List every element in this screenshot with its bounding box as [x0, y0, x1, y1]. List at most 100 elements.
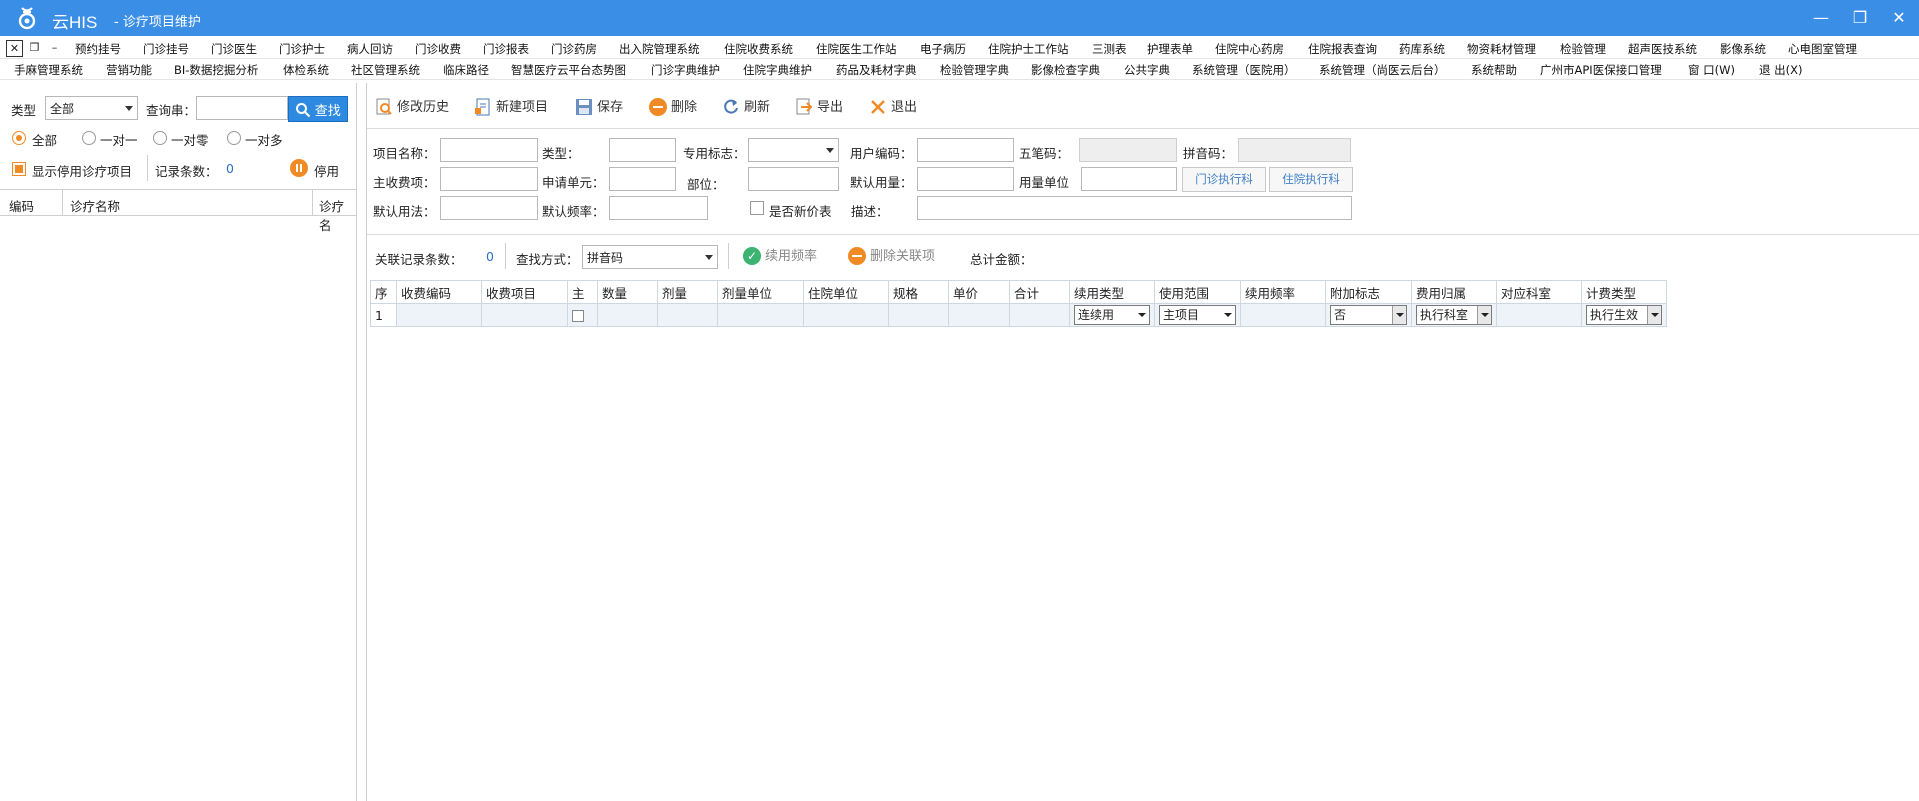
menu-item[interactable]: 预约挂号: [75, 41, 121, 57]
col-spec[interactable]: 规格: [888, 280, 949, 304]
menu-item[interactable]: 住院收费系统: [724, 41, 793, 57]
col-billing-type[interactable]: 计费类型: [1581, 280, 1667, 304]
col-continue-type[interactable]: 续用类型: [1069, 280, 1155, 304]
cell-dose[interactable]: [657, 303, 718, 327]
menu-item[interactable]: 药库系统: [1399, 41, 1445, 57]
menu-item[interactable]: 物资耗材管理: [1467, 41, 1536, 57]
inpatient-dept-button[interactable]: 住院执行科: [1269, 167, 1353, 192]
radio-all[interactable]: [12, 131, 26, 145]
close-window-icon[interactable]: ✕: [1884, 6, 1914, 30]
col-fee-item[interactable]: 收费项目: [481, 280, 568, 304]
minimize-child-icon[interactable]: –: [46, 40, 63, 57]
cell-fee-item[interactable]: [481, 303, 568, 327]
default-freq-input[interactable]: [609, 196, 708, 220]
refresh-button[interactable]: 刷新: [722, 96, 770, 118]
save-button[interactable]: 保存: [575, 96, 623, 118]
menu-item[interactable]: 药品及耗材字典: [836, 62, 917, 78]
delete-button[interactable]: 删除: [649, 96, 697, 118]
exit-button[interactable]: 退出: [869, 96, 917, 118]
menu-item[interactable]: 体检系统: [283, 62, 329, 78]
col-fee-code[interactable]: 收费编码: [396, 280, 482, 304]
menu-item[interactable]: 三测表: [1092, 41, 1127, 57]
col-fee-owner[interactable]: 费用归属: [1411, 280, 1497, 304]
table-row[interactable]: 1 连续用 主项目 否 执行科室 执行生效: [370, 303, 1667, 327]
menu-item[interactable]: 影像检查字典: [1031, 62, 1100, 78]
request-unit-input[interactable]: [609, 167, 676, 191]
menu-item[interactable]: 住院医生工作站: [816, 41, 897, 57]
history-button[interactable]: 修改历史: [375, 96, 449, 118]
main-checkbox[interactable]: [572, 310, 584, 322]
menu-item[interactable]: 广州市API医保接口管理: [1540, 62, 1662, 78]
radio-one-to-one[interactable]: [82, 131, 96, 145]
type-field-input[interactable]: [609, 138, 676, 162]
restore-icon[interactable]: ❐: [1845, 6, 1875, 30]
col-main[interactable]: 主: [567, 280, 598, 304]
default-dose-input[interactable]: [917, 167, 1014, 191]
menu-item[interactable]: 社区管理系统: [351, 62, 420, 78]
col-total[interactable]: 合计: [1009, 280, 1070, 304]
item-name-input[interactable]: [440, 138, 538, 162]
cell-unit-price[interactable]: [948, 303, 1010, 327]
disable-label[interactable]: 停用: [314, 161, 339, 180]
type-select[interactable]: 全部: [45, 96, 138, 120]
query-input[interactable]: [196, 96, 288, 120]
billing-type-select[interactable]: 执行生效: [1586, 305, 1662, 325]
cell-continue-type[interactable]: 连续用: [1069, 303, 1155, 327]
show-disabled-checkbox[interactable]: [12, 162, 26, 176]
col-dose[interactable]: 剂量: [657, 280, 718, 304]
menu-item[interactable]: 系统帮助: [1471, 62, 1517, 78]
menu-item[interactable]: 公共字典: [1124, 62, 1170, 78]
col-seq[interactable]: 序: [370, 280, 397, 304]
minimize-icon[interactable]: —: [1806, 6, 1836, 30]
menu-item[interactable]: 心电图室管理: [1788, 41, 1857, 57]
pause-icon[interactable]: [290, 159, 308, 177]
use-scope-select[interactable]: 主项目: [1159, 305, 1236, 325]
radio-one-to-many[interactable]: [227, 131, 241, 145]
close-child-icon[interactable]: ✕: [6, 40, 23, 57]
continue-type-select[interactable]: 连续用: [1074, 305, 1150, 325]
menu-item[interactable]: 门诊字典维护: [651, 62, 720, 78]
menu-item[interactable]: 电子病历: [920, 41, 966, 57]
cell-main[interactable]: [567, 303, 598, 327]
cell-inpatient-unit[interactable]: [803, 303, 889, 327]
menu-item[interactable]: 营销功能: [106, 62, 152, 78]
menu-item[interactable]: BI-数据挖掘分析: [174, 62, 258, 78]
cell-continue-freq[interactable]: [1240, 303, 1326, 327]
menu-item[interactable]: 住院中心药房: [1215, 41, 1284, 57]
cell-fee-code[interactable]: [396, 303, 482, 327]
outpatient-dept-button[interactable]: 门诊执行科: [1182, 167, 1266, 192]
menu-item[interactable]: 影像系统: [1720, 41, 1766, 57]
cell-dept[interactable]: [1496, 303, 1582, 327]
menu-item[interactable]: 门诊挂号: [143, 41, 189, 57]
menu-item[interactable]: 门诊报表: [483, 41, 529, 57]
continue-freq-button[interactable]: ✓ 续用频率: [743, 245, 817, 267]
extra-flag-select[interactable]: 否: [1330, 305, 1407, 325]
cell-use-scope[interactable]: 主项目: [1154, 303, 1241, 327]
special-flag-select[interactable]: [748, 138, 839, 162]
radio-one-to-zero[interactable]: [153, 131, 167, 145]
menu-item[interactable]: 手麻管理系统: [14, 62, 83, 78]
menu-item[interactable]: 门诊药房: [551, 41, 597, 57]
menu-item[interactable]: 病人回访: [347, 41, 393, 57]
cell-quantity[interactable]: [597, 303, 658, 327]
menu-item[interactable]: 检验管理: [1560, 41, 1606, 57]
menu-item[interactable]: 护理表单: [1147, 41, 1193, 57]
delete-relation-button[interactable]: 删除关联项: [848, 245, 935, 267]
cell-spec[interactable]: [888, 303, 949, 327]
description-input[interactable]: [917, 196, 1352, 220]
col-quantity[interactable]: 数量: [597, 280, 658, 304]
cell-dose-unit[interactable]: [717, 303, 804, 327]
col-extra-flag[interactable]: 附加标志: [1325, 280, 1412, 304]
cell-extra-flag[interactable]: 否: [1325, 303, 1412, 327]
col-dept[interactable]: 对应科室: [1496, 280, 1582, 304]
menu-item[interactable]: 智慧医疗云平台态势图: [511, 62, 626, 78]
default-usage-input[interactable]: [440, 196, 538, 220]
find-button[interactable]: 查找: [288, 96, 348, 122]
user-code-input[interactable]: [917, 138, 1014, 162]
main-fee-input[interactable]: [440, 167, 538, 191]
menu-item[interactable]: 系统管理（医院用）: [1192, 62, 1296, 78]
menu-item[interactable]: 住院字典维护: [743, 62, 812, 78]
site-input[interactable]: [748, 167, 839, 191]
col-unit-price[interactable]: 单价: [948, 280, 1010, 304]
menu-item[interactable]: 检验管理字典: [940, 62, 1009, 78]
